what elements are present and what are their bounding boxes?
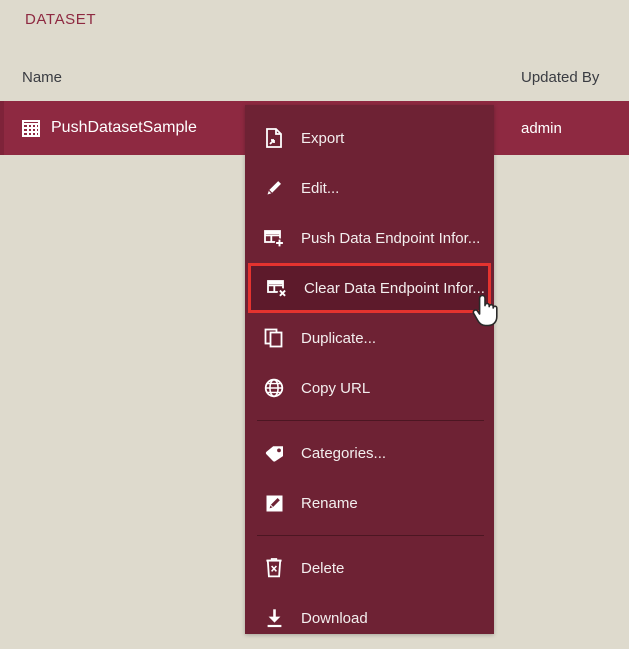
menu-item-duplicate[interactable]: Duplicate...	[245, 313, 494, 363]
row-selection-accent	[0, 101, 4, 155]
menu-item-label: Copy URL	[301, 379, 371, 397]
table-plus-icon	[261, 229, 287, 248]
menu-divider	[257, 535, 484, 536]
menu-item-label: Delete	[301, 559, 345, 577]
menu-item-label: Push Data Endpoint Infor...	[301, 229, 481, 247]
duplicate-icon	[261, 328, 287, 348]
menu-item-label: Categories...	[301, 444, 387, 462]
menu-item-copy-url[interactable]: Copy URL	[245, 363, 494, 413]
column-header-updated-by[interactable]: Updated By	[521, 69, 599, 86]
menu-item-clear-data-endpoint-information[interactable]: Clear Data Endpoint Infor...	[248, 263, 491, 313]
dataset-name-label: PushDatasetSample	[51, 119, 197, 136]
menu-item-label: Export	[301, 129, 345, 147]
menu-item-label: Rename	[301, 494, 358, 512]
menu-item-edit[interactable]: Edit...	[245, 163, 494, 213]
table-x-icon	[264, 279, 290, 298]
menu-item-label: Download	[301, 609, 368, 627]
table-cell-name[interactable]: PushDatasetSample	[22, 101, 197, 155]
menu-item-label: Edit...	[301, 179, 340, 197]
table-cell-updated-by: admin	[521, 101, 562, 155]
menu-item-download[interactable]: Download	[245, 593, 494, 643]
column-header-name[interactable]: Name	[22, 69, 62, 86]
menu-item-delete[interactable]: Delete	[245, 543, 494, 593]
context-menu[interactable]: Export Edit... Push Data Endpoint Infor.…	[245, 105, 494, 634]
menu-divider	[257, 420, 484, 421]
globe-icon	[261, 378, 287, 398]
menu-item-push-data-endpoint-information[interactable]: Push Data Endpoint Infor...	[245, 213, 494, 263]
rename-pencil-icon	[261, 494, 287, 513]
menu-item-rename[interactable]: Rename	[245, 478, 494, 528]
grid-table-icon	[22, 119, 40, 137]
page-title: DATASET	[25, 11, 97, 28]
pencil-icon	[261, 178, 287, 198]
menu-item-categories[interactable]: Categories...	[245, 428, 494, 478]
menu-item-label: Duplicate...	[301, 329, 377, 347]
download-icon	[261, 608, 287, 628]
updated-by-value: admin	[521, 119, 562, 137]
tag-icon	[261, 444, 287, 463]
trash-icon	[261, 558, 287, 578]
menu-item-label: Clear Data Endpoint Infor...	[304, 279, 485, 297]
menu-item-export[interactable]: Export	[245, 113, 494, 163]
export-file-icon	[261, 128, 287, 148]
